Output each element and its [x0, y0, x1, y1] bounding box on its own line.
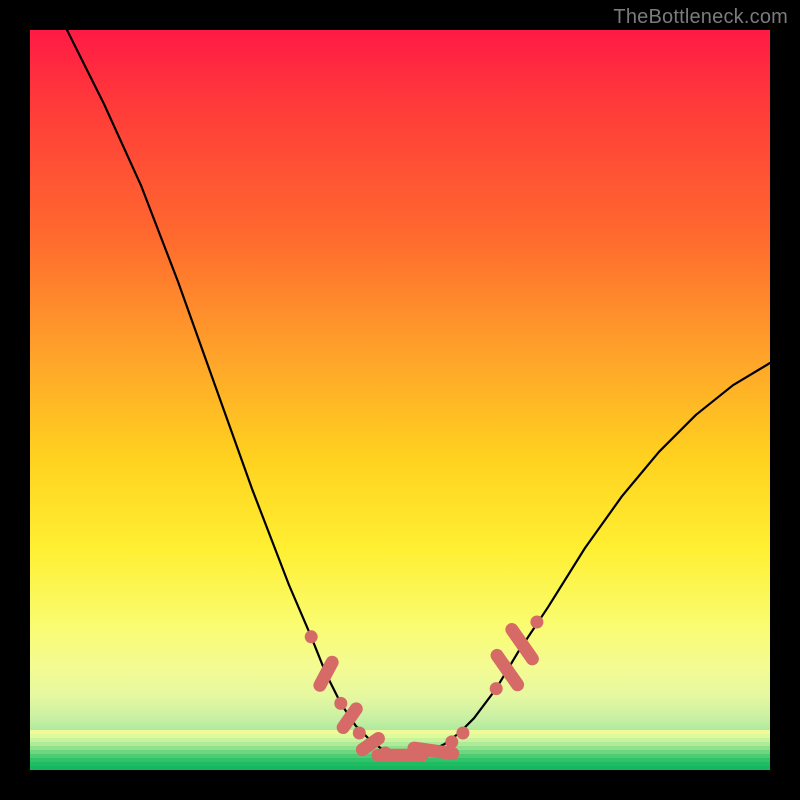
marker-dot — [353, 727, 366, 740]
curve-markers — [305, 616, 544, 762]
plot-area — [30, 30, 770, 770]
marker-pill — [311, 653, 341, 694]
curve-svg — [30, 30, 770, 770]
marker-dot — [305, 630, 318, 643]
marker-dot — [334, 697, 347, 710]
marker-dot — [530, 616, 543, 629]
marker-dot — [456, 727, 469, 740]
marker-dot — [490, 682, 503, 695]
watermark-text: TheBottleneck.com — [613, 6, 788, 29]
bottleneck-curve — [67, 30, 770, 755]
marker-dot — [445, 735, 458, 748]
chart-stage: TheBottleneck.com — [0, 0, 800, 800]
